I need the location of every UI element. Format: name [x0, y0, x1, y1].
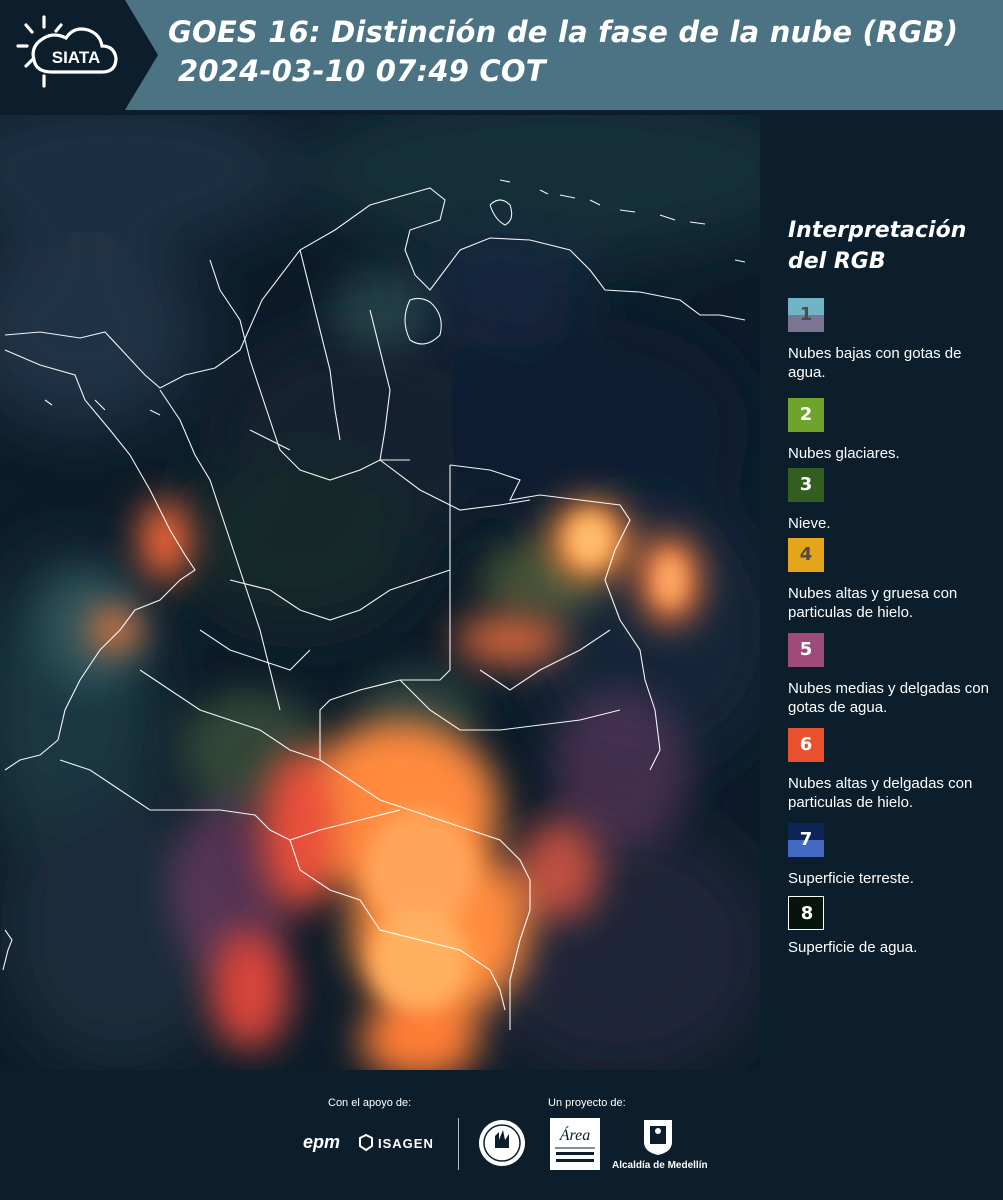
- legend-swatch-number: 4: [799, 544, 813, 565]
- support-label: Con el apoyo de:: [328, 1097, 412, 1109]
- legend-label: Nubes glaciares.: [788, 445, 900, 462]
- alcaldia-medellin-logo: [644, 1120, 672, 1155]
- legend-swatch-number: 6: [799, 734, 813, 755]
- legend-label: Nubes bajas con gotas de agua.: [788, 345, 962, 381]
- legend-swatch: 4: [788, 538, 824, 572]
- legend-list: 1 Nubes bajas con gotas de agua. 2 Nubes gl…: [788, 298, 998, 978]
- legend-swatch-number: 1: [799, 304, 813, 325]
- satellite-map[interactable]: [0, 110, 760, 1070]
- satellite-imagery: [0, 110, 760, 1070]
- legend-swatch-number: 8: [800, 903, 814, 924]
- legend-swatch: 3: [788, 468, 824, 502]
- legend-title: Interpretación: [788, 218, 967, 243]
- legend-swatch: 2: [788, 398, 824, 432]
- map-top-edge: [0, 110, 760, 115]
- svg-text:Área: Área: [559, 1125, 591, 1144]
- footer-divider: [458, 1118, 459, 1170]
- legend-swatch-number: 7: [799, 829, 813, 850]
- header-bar: SIATA GOES 16: Distinción de la fase de …: [0, 0, 1003, 110]
- legend-swatch: 5: [788, 633, 824, 667]
- legend-title-line2: del RGB: [788, 249, 886, 274]
- seal-logo: [479, 1120, 525, 1166]
- alcaldia-text: Alcaldía de Medellín: [612, 1160, 708, 1171]
- epm-logo: epm: [303, 1132, 341, 1152]
- siata-logo: SIATA: [16, 15, 118, 88]
- legend-swatch-number: 2: [799, 404, 813, 425]
- legend-panel: Interpretación del RGB: [788, 215, 988, 277]
- project-label: Un proyecto de:: [548, 1097, 626, 1109]
- legend-label: Nubes altas y gruesa con particulas de h…: [788, 585, 958, 621]
- legend-label: Nieve.: [788, 515, 831, 532]
- legend-swatch: 7: [788, 823, 824, 857]
- legend-swatch: 6: [788, 728, 824, 762]
- legend-label: Superficie de agua.: [788, 939, 918, 956]
- page-title: GOES 16: Distinción de la fase de la nub…: [168, 15, 959, 49]
- legend-label: Nubes altas y delgadas con particulas de…: [788, 775, 973, 811]
- legend-swatch: 8: [788, 896, 824, 930]
- legend-swatch-number: 5: [799, 639, 813, 660]
- siata-logo-text: SIATA: [52, 48, 100, 67]
- footer-bar: Con el apoyo de: Un proyecto de: epm ISA…: [0, 1070, 1003, 1200]
- legend-swatch-number: 3: [799, 474, 813, 495]
- legend-swatch: 1: [788, 298, 824, 332]
- legend-label: Nubes medias y delgadas con gotas de agu…: [788, 680, 989, 716]
- legend-label: Superficie terreste.: [788, 870, 914, 887]
- isagen-logo: ISAGEN: [378, 1136, 434, 1151]
- page-subtitle-datetime: 2024-03-10 07:49 COT: [178, 54, 546, 88]
- isagen-icon: [359, 1134, 373, 1152]
- area-metropolitana-logo: Área: [550, 1118, 600, 1170]
